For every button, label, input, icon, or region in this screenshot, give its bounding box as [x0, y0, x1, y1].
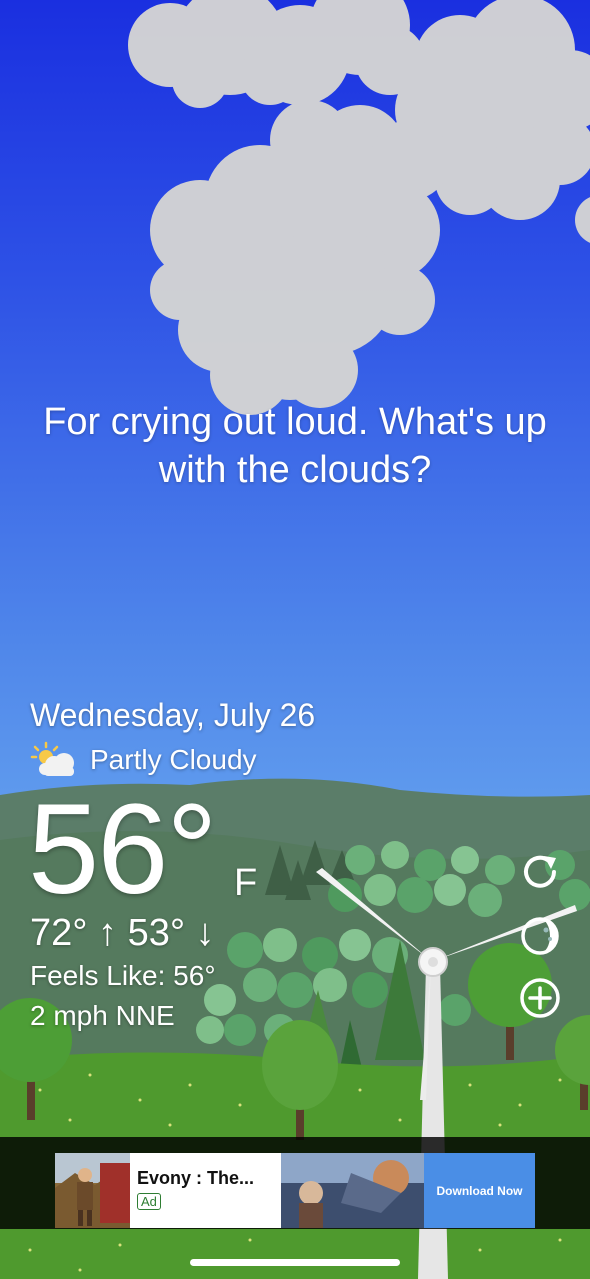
high-low-temps: 72° ↑ 53° ↓ — [30, 912, 215, 954]
add-location-button[interactable] — [518, 976, 562, 1020]
weather-screen: For crying out loud. What's up with the … — [0, 0, 590, 1279]
ad-image-dragon — [281, 1153, 424, 1228]
moon-phase-button[interactable] — [518, 914, 562, 958]
ad-badge: Ad — [137, 1193, 161, 1210]
condition-label: Partly Cloudy — [90, 744, 257, 775]
refresh-icon — [524, 855, 556, 888]
temperature: 56° — [28, 778, 218, 921]
feels-like: Feels Like: 56° — [30, 960, 216, 991]
ad-download-button[interactable]: Download Now — [424, 1153, 535, 1228]
weather-message: For crying out loud. What's up with the … — [43, 401, 547, 491]
ad-banner[interactable]: Evony : The... Ad Download Now — [55, 1153, 535, 1228]
date-label: Wednesday, July 26 — [30, 697, 316, 733]
add-circle-icon — [520, 978, 560, 1018]
condition-row: Partly Cloudy — [30, 740, 257, 780]
ad-text: Evony : The... Ad — [130, 1153, 281, 1228]
temperature-unit[interactable]: F — [234, 862, 257, 905]
clouds — [128, 0, 590, 415]
ad-title: Evony : The... — [137, 1168, 255, 1188]
ad-image-character — [55, 1153, 130, 1228]
wind-speed: 2 mph NNE — [30, 1000, 175, 1031]
refresh-button[interactable] — [518, 850, 562, 894]
partly-cloudy-icon — [30, 741, 74, 776]
weather-scene — [0, 0, 590, 1279]
home-indicator[interactable] — [190, 1259, 400, 1266]
moon-phase-icon — [521, 917, 559, 955]
